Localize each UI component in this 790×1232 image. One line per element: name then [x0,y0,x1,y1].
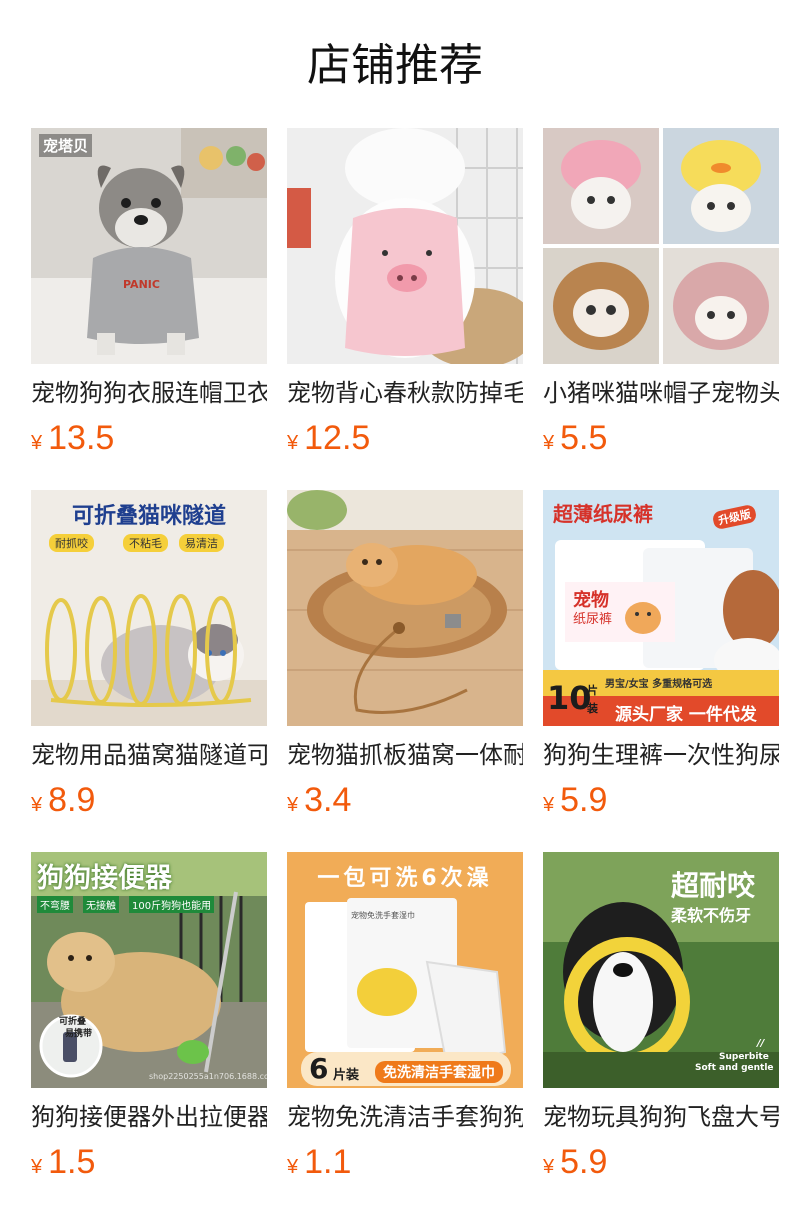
product-image[interactable]: 一包可洗6次澡 宠物免洗手套湿巾 6 片装 免洗清洁手套湿巾 [287,852,523,1088]
pack-count: 6 [309,1052,329,1085]
product-image[interactable] [287,128,523,364]
product-card[interactable]: 宠物猫抓板猫窝一体耐磨 ¥3.4 [287,490,523,820]
product-price: ¥5.5 [543,418,779,458]
product-price: ¥3.4 [287,780,523,820]
pack-unit: 片装 [333,1068,360,1083]
product-card[interactable]: 一包可洗6次澡 宠物免洗手套湿巾 6 片装 免洗清洁手套湿巾 宠物免洗清洁手套狗… [287,852,523,1182]
pack-count: 10 [547,679,592,717]
feature-tag: 耐抓咬 [49,534,94,552]
brand-line1: Superbite [719,1052,769,1062]
price-value: 1.1 [304,1143,352,1181]
price-value: 3.4 [304,781,352,819]
slogan: 源头厂家 一件代发 [615,705,757,725]
product-name[interactable]: 小猪咪猫咪帽子宠物头套 [543,378,779,410]
product-image[interactable]: 超薄纸尿裤 升级版 宠物 纸尿裤 男宝/女宝 多重规格可选 10 片 装 源头厂… [543,490,779,726]
product-price: ¥12.5 [287,418,523,458]
currency-symbol: ¥ [287,432,299,454]
price-value: 8.9 [48,781,96,819]
tunnel-headline: 可折叠猫咪隧道 [71,504,226,529]
currency-symbol: ¥ [31,794,43,816]
product-card[interactable]: 可折叠猫咪隧道 耐抓咬 不粘毛 易清洁 宠物用品猫窝猫隧道可折叠 ¥8.9 [31,490,267,820]
price-value: 1.5 [48,1143,96,1181]
product-name[interactable]: 宠物狗狗衣服连帽卫衣 [31,378,267,410]
feature-tag: 100斤狗狗也能用 [129,896,215,913]
product-image[interactable] [287,490,523,726]
product-card[interactable]: 超耐咬 柔软不伤牙 // Superbite Soft and gentle 宠… [543,852,779,1182]
pack-count-unit-bottom: 装 [587,702,598,715]
spec-info: 男宝/女宝 多重规格可选 [605,679,713,690]
product-card[interactable]: 小猪咪猫咪帽子宠物头套 ¥5.5 [543,128,779,458]
price-value: 13.5 [48,419,115,457]
feature-tag: 不粘毛 [123,534,168,552]
pack-label: 宠物免洗手套湿巾 [351,911,415,920]
product-price: ¥5.9 [543,780,779,820]
gloves-headline: 一包可洗6次澡 [317,866,493,891]
feature-tag: 易清洁 [179,534,224,552]
product-name[interactable]: 宠物用品猫窝猫隧道可折叠 [31,740,267,772]
product-price: ¥8.9 [31,780,267,820]
hoodie-print-text: PANIC [123,278,160,291]
product-price: ¥1.1 [287,1142,523,1182]
currency-symbol: ¥ [543,1156,555,1178]
feature-tag: 无接触 [83,896,119,913]
product-name[interactable]: 狗狗生理裤一次性狗尿裤 [543,740,779,772]
product-card[interactable]: 超薄纸尿裤 升级版 宠物 纸尿裤 男宝/女宝 多重规格可选 10 片 装 源头厂… [543,490,779,820]
dog-hoodie-photo [31,128,267,364]
currency-symbol: ¥ [287,794,299,816]
currency-symbol: ¥ [543,794,555,816]
product-name[interactable]: 宠物玩具狗狗飞盘大号耐咬 [543,1102,779,1134]
cat-hats-collage-photo [543,128,779,364]
toy-headline: 超耐咬 [671,869,756,902]
product-price: ¥5.9 [543,1142,779,1182]
product-image[interactable]: 可折叠猫咪隧道 耐抓咬 不粘毛 易清洁 [31,490,267,726]
page-title: 店铺推荐 [307,41,483,90]
pink-vest-photo [287,128,523,364]
slogan: 免洗清洁手套湿巾 [375,1061,503,1083]
toy-subline: 柔软不伤牙 [671,906,752,925]
product-card[interactable]: 宠物背心春秋款防掉毛 ¥12.5 [287,128,523,458]
product-price: ¥1.5 [31,1142,267,1182]
diaper-headline: 超薄纸尿裤 [553,502,653,526]
watermark: shop2250255a1n706.1688.com [149,1072,267,1081]
price-value: 12.5 [304,419,371,457]
currency-symbol: ¥ [31,432,43,454]
note-line2: 易携带 [65,1029,93,1039]
product-image[interactable] [543,128,779,364]
pack-subtitle: 纸尿裤 [573,612,613,627]
price-value: 5.9 [560,1143,608,1181]
product-name[interactable]: 宠物猫抓板猫窝一体耐磨 [287,740,523,772]
product-name[interactable]: 宠物免洗清洁手套狗狗湿巾 [287,1102,523,1134]
currency-symbol: ¥ [287,1156,299,1178]
product-image[interactable]: 宠塔贝 PANIC [31,128,267,364]
product-image[interactable]: 超耐咬 柔软不伤牙 // Superbite Soft and gentle [543,852,779,1088]
product-image[interactable]: 狗狗接便器 不弯腰 无接触 100斤狗狗也能用 可折叠 易携带 shop2250… [31,852,267,1088]
product-card[interactable]: 狗狗接便器 不弯腰 无接触 100斤狗狗也能用 可折叠 易携带 shop2250… [31,852,267,1182]
picker-headline: 狗狗接便器 [37,863,172,894]
currency-symbol: ¥ [543,432,555,454]
product-name[interactable]: 狗狗接便器外出拉便器 [31,1102,267,1134]
brand-badge: 宠塔贝 [39,134,93,157]
currency-symbol: ¥ [31,1156,43,1178]
pack-count-unit-top: 片 [587,684,598,697]
product-price: ¥13.5 [31,418,267,458]
product-name[interactable]: 宠物背心春秋款防掉毛 [287,378,523,410]
brand-line2: Soft and gentle [695,1063,774,1073]
price-value: 5.5 [560,419,608,457]
brand-mark: // [757,1038,765,1049]
price-value: 5.9 [560,781,608,819]
product-card[interactable]: 宠塔贝 PANIC 宠物狗狗衣服连帽卫衣 ¥13.5 [31,128,267,458]
product-grid: 宠塔贝 PANIC 宠物狗狗衣服连帽卫衣 ¥13.5 宠物背心春秋款防掉毛 ¥ … [31,128,779,1182]
cat-scratcher-photo [287,490,523,726]
feature-tag: 不弯腰 [37,896,73,913]
